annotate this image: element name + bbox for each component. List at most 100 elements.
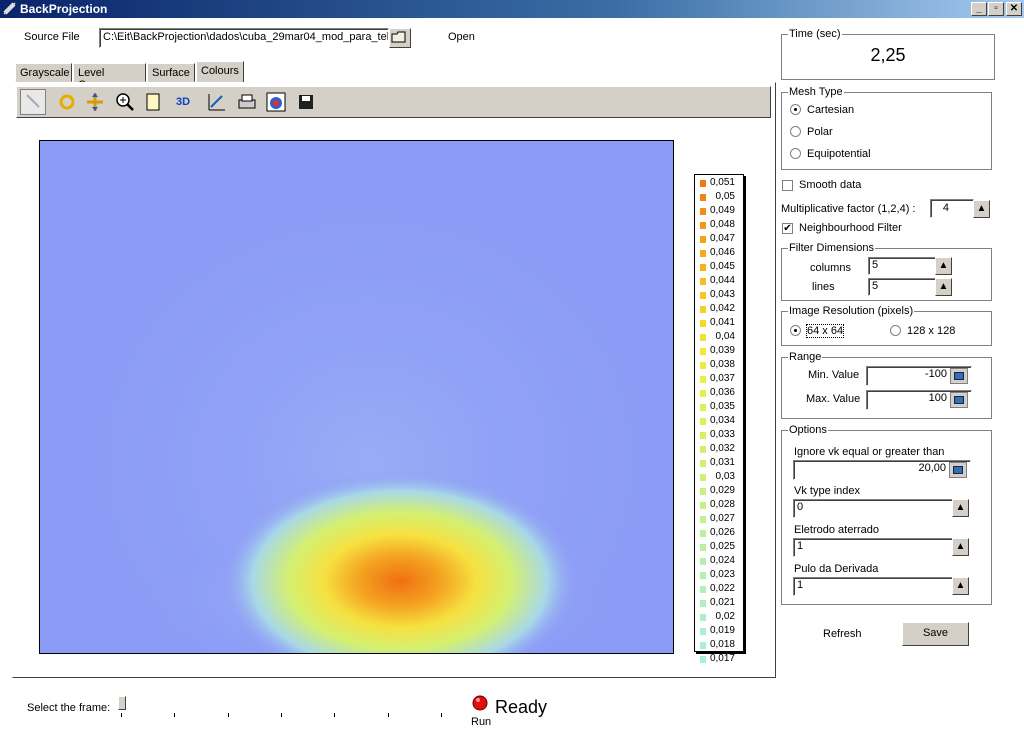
- refresh-button[interactable]: Refresh: [823, 628, 862, 640]
- export-image-icon[interactable]: [265, 91, 287, 113]
- frame-slider-track[interactable]: [121, 703, 443, 704]
- vk-type-index-spinner[interactable]: ▲: [952, 499, 969, 517]
- legend-entry: 0,018: [695, 639, 739, 653]
- filter-columns-spinner[interactable]: ▲: [935, 257, 952, 275]
- smooth-data-label[interactable]: Smooth data: [799, 179, 861, 191]
- filter-columns-input[interactable]: 5: [868, 257, 936, 275]
- eletrodo-aterrado-spinner[interactable]: ▲: [952, 538, 969, 556]
- save-disk-icon[interactable]: [295, 91, 317, 113]
- mesh-equipotential-radio[interactable]: [790, 148, 801, 159]
- legend-swatch: [700, 572, 706, 579]
- legend-value: 0,035: [709, 401, 735, 412]
- tab-grayscale[interactable]: Grayscale: [15, 63, 72, 82]
- mesh-equipotential-label[interactable]: Equipotential: [807, 148, 871, 160]
- ignore-vk-input[interactable]: 20,00: [793, 460, 971, 480]
- legend-value: 0,043: [709, 289, 735, 300]
- resolution-128-label[interactable]: 128 x 128: [907, 325, 955, 337]
- ignore-vk-calculator-icon[interactable]: [949, 462, 967, 478]
- legend-value: 0,038: [709, 359, 735, 370]
- print-icon[interactable]: [236, 91, 258, 113]
- pulo-derivada-label: Pulo da Derivada: [794, 563, 879, 575]
- legend-entry: 0,027: [695, 513, 739, 527]
- open-folder-button[interactable]: [389, 28, 411, 48]
- zoom-icon[interactable]: [114, 91, 136, 113]
- legend-value: 0,024: [709, 555, 735, 566]
- time-value: 2,25: [870, 45, 906, 65]
- slider-tick: [174, 713, 175, 717]
- open-label[interactable]: Open: [448, 31, 475, 43]
- legend-value: 0,029: [709, 485, 735, 496]
- eletrodo-aterrado-input[interactable]: 1: [793, 538, 953, 557]
- legend-swatch: [700, 488, 706, 495]
- multiplicative-factor-spinner[interactable]: ▲: [973, 200, 990, 218]
- legend-entry: 0,022: [695, 583, 739, 597]
- max-value-calculator-icon[interactable]: [950, 392, 968, 408]
- color-legend: 0,051 0,05 0,049 0,048 0,047 0,046 0,045 0,044 0…: [694, 174, 744, 664]
- mesh-polar-radio[interactable]: [790, 126, 801, 137]
- mesh-polar-label[interactable]: Polar: [807, 126, 833, 138]
- pan-icon[interactable]: [84, 91, 106, 113]
- mesh-cartesian-label[interactable]: Cartesian: [807, 104, 854, 116]
- legend-value: 0,02: [715, 611, 735, 622]
- legend-entry: 0,051: [695, 177, 739, 191]
- legend-value: 0,049: [709, 205, 735, 216]
- smooth-data-checkbox[interactable]: [782, 180, 793, 191]
- legend-value: 0,017: [709, 653, 735, 664]
- tab-colours[interactable]: Colours: [196, 61, 244, 83]
- legend-entry: 0,017: [695, 653, 739, 667]
- page-icon[interactable]: [142, 91, 164, 113]
- pulo-derivada-input[interactable]: 1: [793, 577, 953, 596]
- legend-swatch: [700, 530, 706, 537]
- resolution-64-radio[interactable]: [790, 325, 801, 336]
- save-button[interactable]: Save: [902, 622, 969, 646]
- legend-value: 0,047: [709, 233, 735, 244]
- slider-tick: [121, 713, 122, 717]
- legend-entry: 0,025: [695, 541, 739, 555]
- mesh-cartesian-radio[interactable]: [790, 104, 801, 115]
- legend-entry: 0,044: [695, 275, 739, 289]
- legend-swatch: [700, 614, 706, 621]
- min-value-calculator-icon[interactable]: [950, 368, 968, 384]
- filter-lines-input[interactable]: 5: [868, 278, 936, 296]
- source-file-label: Source File: [24, 31, 80, 43]
- legend-entry: 0,023: [695, 569, 739, 583]
- pulo-derivada-spinner[interactable]: ▲: [952, 577, 969, 595]
- filter-dimensions-group: Filter Dimensions columns 5 ▲ lines 5 ▲: [781, 242, 992, 301]
- rotate-icon[interactable]: [56, 91, 78, 113]
- legend-value: 0,026: [709, 527, 735, 538]
- vk-type-index-input[interactable]: 0: [793, 499, 953, 518]
- neighbourhood-filter-checkbox[interactable]: ✔: [782, 223, 793, 234]
- run-label[interactable]: Run: [471, 716, 491, 728]
- legend-value: 0,048: [709, 219, 735, 230]
- 3d-toggle-button[interactable]: 3D: [172, 91, 194, 113]
- legend-swatch: [700, 544, 706, 551]
- resolution-64-label[interactable]: 64 x 64: [805, 324, 845, 338]
- neighbourhood-filter-label[interactable]: Neighbourhood Filter: [799, 222, 902, 234]
- legend-swatch: [700, 376, 706, 383]
- frame-slider-thumb[interactable]: [118, 696, 126, 710]
- multiplicative-factor-input[interactable]: 4: [930, 199, 974, 218]
- edit-chart-icon[interactable]: [206, 91, 228, 113]
- source-file-input[interactable]: C:\Eit\BackProjection\dados\cuba_29mar04…: [99, 28, 389, 48]
- resolution-128-radio[interactable]: [890, 325, 901, 336]
- legend-entry: 0,05: [695, 191, 739, 205]
- minimize-button[interactable]: _: [971, 2, 987, 16]
- run-indicator-icon[interactable]: [472, 695, 488, 711]
- filter-lines-spinner[interactable]: ▲: [935, 278, 952, 296]
- legend-swatch: [700, 586, 706, 593]
- legend-entry: 0,019: [695, 625, 739, 639]
- legend-entry: 0,028: [695, 499, 739, 513]
- tab-level-curves[interactable]: Level Curves: [73, 63, 146, 91]
- max-value-label: Max. Value: [806, 393, 861, 405]
- legend-swatch: [700, 432, 706, 439]
- legend-swatch: [700, 334, 706, 341]
- select-pointer-icon[interactable]: [20, 89, 46, 115]
- heatmap-plot[interactable]: [39, 140, 674, 654]
- legend-swatch: [700, 208, 706, 215]
- tab-surface[interactable]: Surface: [147, 63, 195, 82]
- close-button[interactable]: ✕: [1006, 2, 1022, 16]
- legend-value: 0,04: [715, 331, 735, 342]
- legend-value: 0,042: [709, 303, 735, 314]
- legend-entry: 0,046: [695, 247, 739, 261]
- maximize-button[interactable]: ▫: [988, 2, 1004, 16]
